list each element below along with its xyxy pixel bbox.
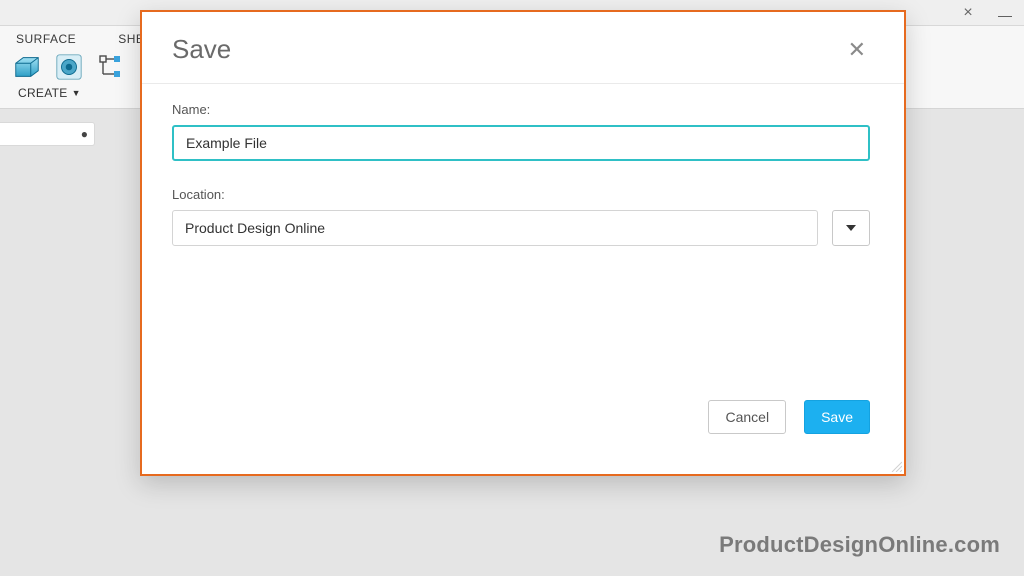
name-input[interactable] bbox=[172, 125, 870, 161]
resize-grip-icon[interactable] bbox=[890, 460, 902, 472]
create-box-icon[interactable] bbox=[10, 50, 44, 84]
watermark-text: ProductDesignOnline.com bbox=[719, 532, 1000, 558]
window-close-button[interactable]: × bbox=[950, 3, 986, 23]
dialog-body: Name: Location: bbox=[142, 84, 904, 400]
dialog-footer: Cancel Save bbox=[142, 400, 904, 474]
app-window: × — SURFACE SHEET bbox=[0, 0, 1024, 576]
dialog-header: Save ✕ bbox=[142, 12, 904, 84]
create-dropdown-label: CREATE bbox=[18, 86, 68, 100]
window-minimize-button[interactable]: — bbox=[992, 3, 1018, 23]
save-button[interactable]: Save bbox=[804, 400, 870, 434]
cancel-button[interactable]: Cancel bbox=[708, 400, 786, 434]
close-icon: ✕ bbox=[848, 37, 866, 62]
name-field-label: Name: bbox=[172, 102, 870, 117]
location-input[interactable] bbox=[172, 210, 818, 246]
chevron-down-icon: ▼ bbox=[72, 88, 81, 98]
chevron-down-icon bbox=[846, 225, 856, 231]
dialog-close-button[interactable]: ✕ bbox=[844, 35, 870, 65]
visibility-toggle-icon: ● bbox=[81, 127, 88, 141]
create-cylinder-icon[interactable] bbox=[52, 50, 86, 84]
dialog-title: Save bbox=[172, 34, 231, 65]
save-dialog: Save ✕ Name: Location: Cancel Save bbox=[140, 10, 906, 476]
location-browse-button[interactable] bbox=[832, 210, 870, 246]
create-derive-icon[interactable] bbox=[94, 50, 128, 84]
ribbon-tab-surface[interactable]: SURFACE bbox=[16, 32, 76, 46]
location-field-label: Location: bbox=[172, 187, 870, 202]
browser-panel-collapsed[interactable]: ● bbox=[0, 122, 95, 146]
